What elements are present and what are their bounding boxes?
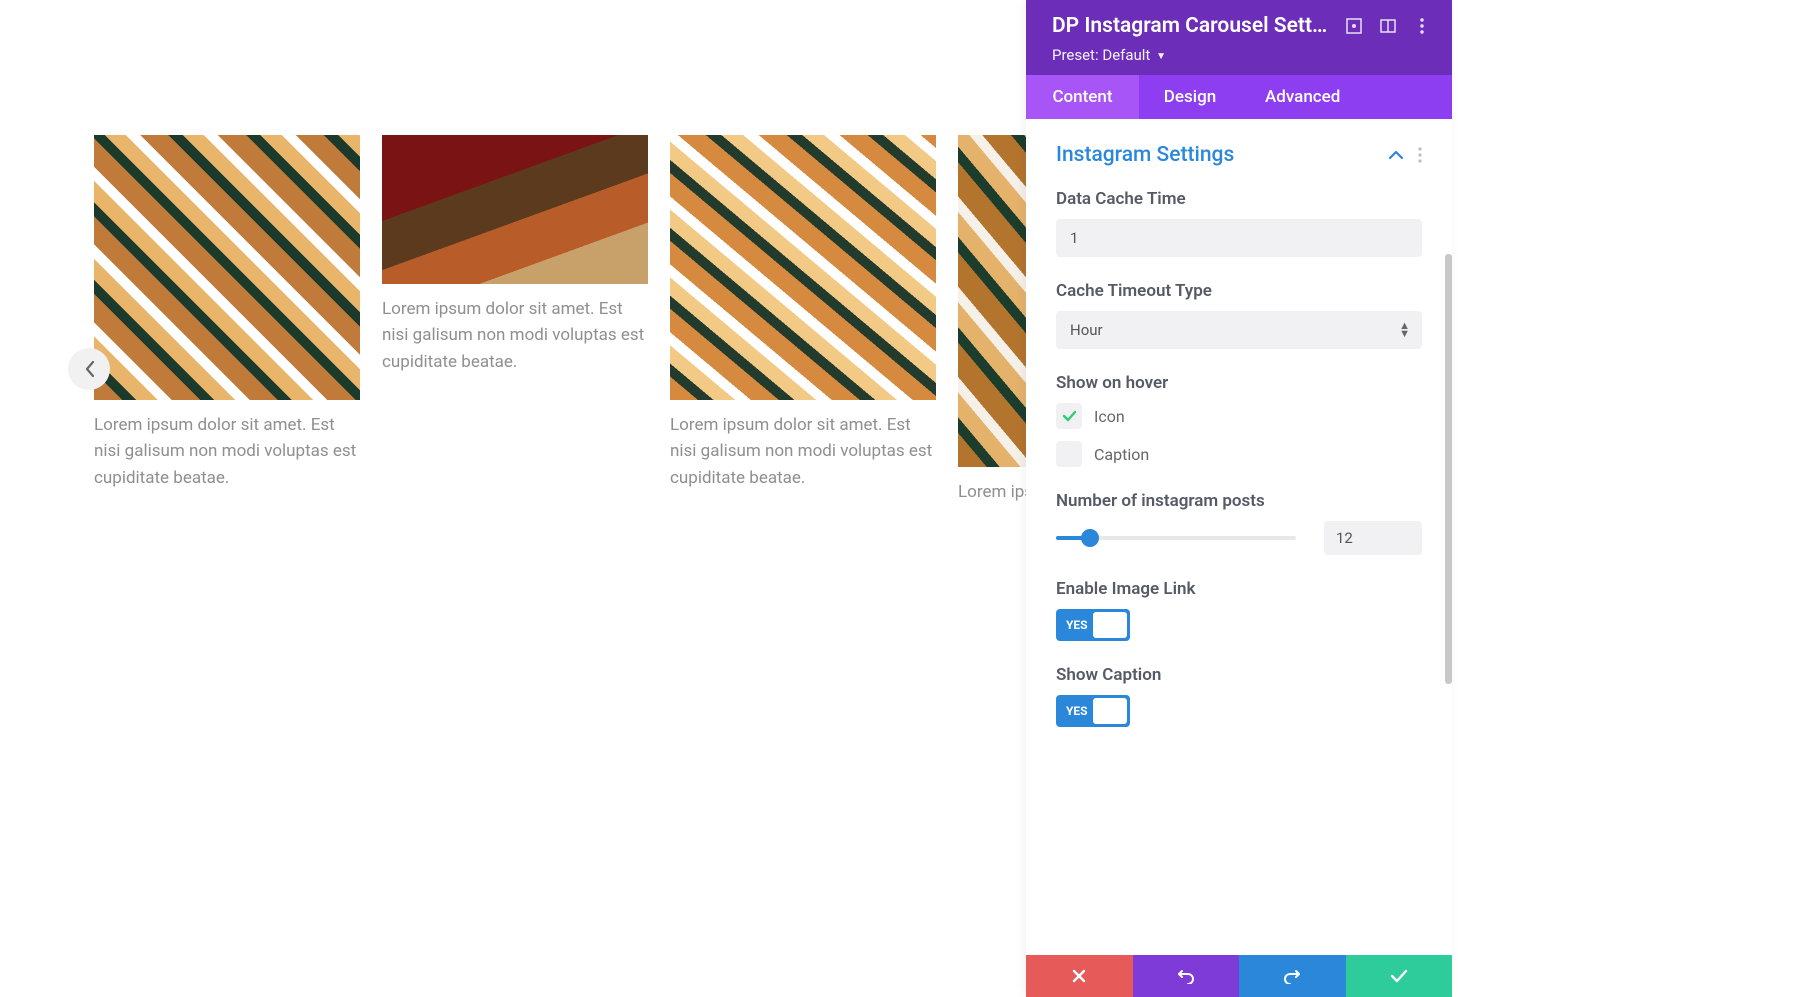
checkbox-row-icon: Icon: [1056, 403, 1422, 429]
panel-header: DP Instagram Carousel Sett… Preset: Defa…: [1026, 0, 1452, 75]
carousel-image[interactable]: [958, 135, 1028, 467]
checkbox-icon[interactable]: [1056, 403, 1082, 429]
toggle-label: YES: [1056, 704, 1088, 718]
cache-timeout-select[interactable]: Hour: [1056, 311, 1422, 349]
tab-content[interactable]: Content: [1026, 75, 1139, 119]
field-label: Show on hover: [1056, 373, 1422, 393]
cancel-button[interactable]: [1026, 955, 1133, 997]
settings-panel: DP Instagram Carousel Sett… Preset: Defa…: [1026, 0, 1452, 997]
tab-advanced[interactable]: Advanced: [1241, 75, 1364, 119]
checkbox-label: Caption: [1094, 445, 1149, 464]
slider-thumb[interactable]: [1081, 529, 1099, 547]
toggle-knob: [1093, 698, 1127, 724]
checkbox-caption[interactable]: [1056, 441, 1082, 467]
field-label: Number of instagram posts: [1056, 491, 1422, 511]
undo-button[interactable]: [1133, 955, 1240, 997]
panel-title: DP Instagram Carousel Sett…: [1052, 14, 1330, 38]
expand-icon[interactable]: [1344, 16, 1364, 36]
section-header[interactable]: Instagram Settings: [1056, 143, 1422, 167]
toggle-knob: [1093, 612, 1127, 638]
tab-design[interactable]: Design: [1139, 75, 1241, 119]
kebab-menu-icon[interactable]: [1412, 16, 1432, 36]
section-title: Instagram Settings: [1056, 143, 1388, 167]
field-cache-timeout-type: Cache Timeout Type Hour ▲▼: [1056, 281, 1422, 349]
carousel-caption: Lorem ipsum dolor sit amet. Est nisi gal…: [94, 412, 360, 491]
checkbox-label: Icon: [1094, 407, 1125, 426]
field-label: Data Cache Time: [1056, 189, 1422, 209]
chevron-up-icon[interactable]: [1388, 150, 1404, 160]
toggle-label: YES: [1056, 618, 1088, 632]
field-label: Show Caption: [1056, 665, 1422, 685]
field-label: Enable Image Link: [1056, 579, 1422, 599]
preset-label: Preset:: [1052, 46, 1099, 64]
field-show-caption: Show Caption YES: [1056, 665, 1422, 727]
panel-body: Instagram Settings Data Cache Time Cache…: [1026, 119, 1452, 955]
main-editor-area: Lorem ipsum dolor sit amet. Est nisi gal…: [0, 0, 1026, 997]
panel-tabs: Content Design Advanced: [1026, 75, 1452, 119]
field-enable-image-link: Enable Image Link YES: [1056, 579, 1422, 641]
columns-icon[interactable]: [1378, 16, 1398, 36]
preset-value: Default: [1102, 46, 1150, 64]
preset-selector[interactable]: Preset: Default ▼: [1052, 46, 1432, 64]
carousel-item[interactable]: Lorem ipsum dolor sit amet. Est nisi gal…: [94, 135, 360, 505]
data-cache-time-input[interactable]: [1056, 219, 1422, 257]
checkbox-row-caption: Caption: [1056, 441, 1422, 467]
show-caption-toggle[interactable]: YES: [1056, 695, 1130, 727]
save-button[interactable]: [1346, 955, 1453, 997]
scrollbar[interactable]: [1444, 119, 1452, 955]
carousel-prev-button[interactable]: [68, 348, 110, 390]
carousel-item[interactable]: Lorem ipsum dolor sit amet. Est nisi gal…: [670, 135, 936, 505]
carousel-item[interactable]: Lorem ipsum dolor sit amet. Est nisi gal…: [958, 135, 1028, 505]
field-label: Cache Timeout Type: [1056, 281, 1422, 301]
carousel-caption: Lorem ipsum dolor sit amet. Est nisi gal…: [382, 296, 648, 375]
carousel-image[interactable]: [382, 135, 648, 284]
field-show-on-hover: Show on hover Icon Caption: [1056, 373, 1422, 467]
scrollbar-thumb[interactable]: [1445, 254, 1452, 684]
kebab-menu-icon[interactable]: [1418, 147, 1422, 163]
chevron-down-icon: ▼: [1156, 51, 1166, 62]
panel-footer: [1026, 955, 1452, 997]
carousel-image[interactable]: [670, 135, 936, 400]
instagram-carousel: Lorem ipsum dolor sit amet. Est nisi gal…: [0, 135, 1026, 505]
enable-image-link-toggle[interactable]: YES: [1056, 609, 1130, 641]
carousel-item[interactable]: Lorem ipsum dolor sit amet. Est nisi gal…: [382, 135, 648, 505]
carousel-caption: Lorem ipsum dolor sit amet. Est nisi gal…: [958, 479, 1028, 505]
num-posts-value[interactable]: [1324, 521, 1422, 555]
carousel-image[interactable]: [94, 135, 360, 400]
field-num-posts: Number of instagram posts: [1056, 491, 1422, 555]
carousel-caption: Lorem ipsum dolor sit amet. Est nisi gal…: [670, 412, 936, 491]
field-data-cache-time: Data Cache Time: [1056, 189, 1422, 257]
redo-button[interactable]: [1239, 955, 1346, 997]
num-posts-slider[interactable]: [1056, 536, 1296, 540]
